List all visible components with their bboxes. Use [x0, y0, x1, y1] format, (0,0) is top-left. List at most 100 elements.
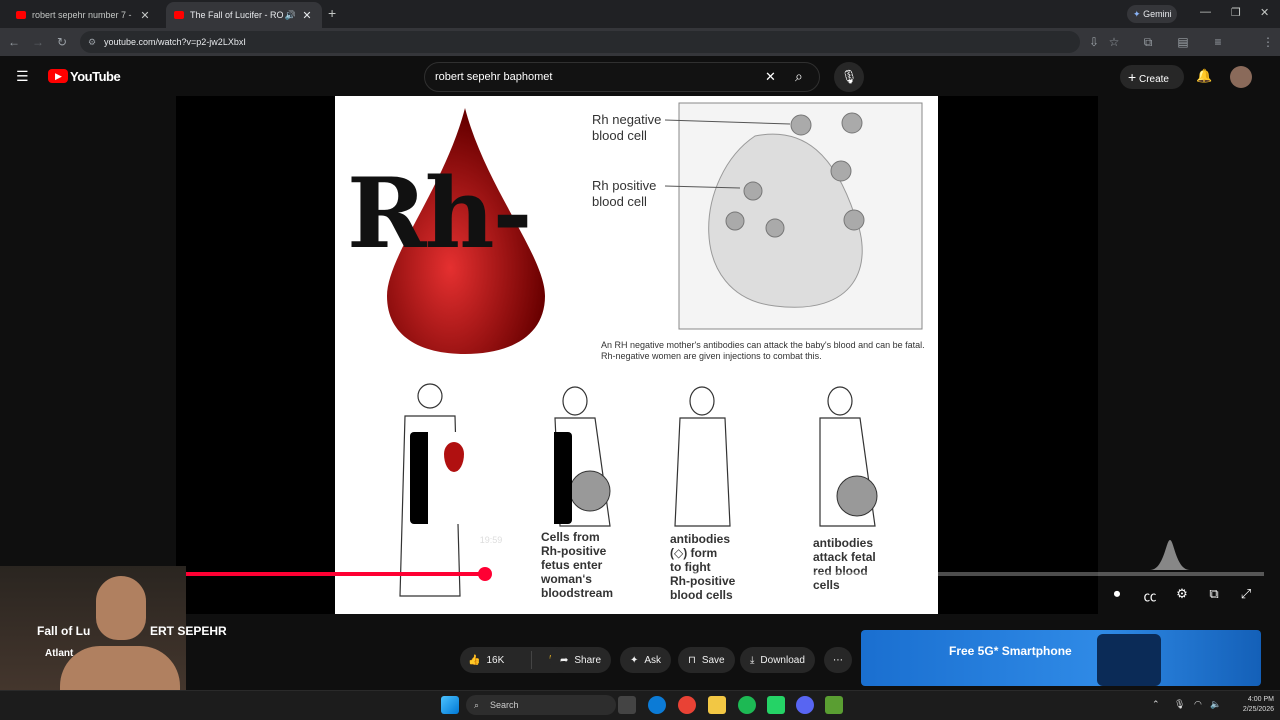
media-controls-icon[interactable]: ▤ [1175, 34, 1191, 50]
rh-negative-cell-icon [790, 114, 812, 136]
tab-fall-of-lucifer[interactable]: The Fall of Lucifer - ROBERT 🔊 ✕ [166, 2, 322, 28]
autoplay-toggle[interactable]: ⏺ [1106, 586, 1128, 604]
taskbar-search-label: Search [490, 700, 519, 710]
tab-robert-sepehr[interactable]: robert sepehr number 7 - YouT ✕ [8, 2, 160, 28]
browser-menu-icon[interactable]: ⋮ [1260, 34, 1276, 50]
channel-name[interactable]: Atlant [45, 648, 73, 659]
address-bar[interactable]: ⚙ youtube.com/watch?v=p2-jw2LXbxI [80, 31, 1080, 53]
bookmark-star-icon[interactable]: ☆ [1106, 34, 1122, 50]
windows-start-icon[interactable] [441, 696, 459, 714]
save-button[interactable]: ⊓ Save [678, 647, 735, 673]
discord-icon[interactable] [796, 696, 814, 714]
gemini-label: Gemini [1143, 9, 1172, 19]
reading-list-icon[interactable]: ≡ [1210, 34, 1226, 50]
step-caption: Cells from Rh-positive fetus enter woman… [541, 530, 614, 600]
more-actions-button[interactable]: ⋯ [824, 647, 852, 673]
whatsapp-icon[interactable] [767, 696, 785, 714]
rh-negative-label: Rh negative blood cell [592, 112, 662, 143]
like-button[interactable]: 👍 16K [460, 651, 532, 669]
chrome-icon[interactable] [678, 696, 696, 714]
miniplayer-icon[interactable]: ⧉ [1204, 586, 1224, 604]
tray-chevron-icon[interactable]: ⌃ [1152, 699, 1160, 710]
create-button[interactable]: + Create [1120, 65, 1184, 89]
wifi-icon[interactable]: ◠ [1194, 699, 1202, 710]
browser-toolbar: ← → ↻ ⚙ youtube.com/watch?v=p2-jw2LXbxI … [0, 28, 1280, 78]
rh-positive-cell-icon [765, 218, 785, 238]
youtube-favicon-icon [174, 11, 184, 19]
speaker-icon[interactable]: 🔈 [1210, 699, 1221, 710]
spotify-icon[interactable] [738, 696, 756, 714]
audio-playing-icon[interactable]: 🔊 [285, 10, 296, 21]
video-title-fragment: ERT SEPEHR [150, 624, 227, 638]
bookmark-icon: ⊓ [688, 654, 696, 666]
url-text: youtube.com/watch?v=p2-jw2LXbxI [104, 37, 246, 47]
create-label: Create [1138, 74, 1169, 85]
clock-time: 4:00 PM [1247, 696, 1274, 703]
microphone-icon[interactable]: 🎙 [1174, 699, 1185, 710]
task-view-icon[interactable] [618, 696, 636, 714]
ad-banner[interactable]: Free 5G* Smartphone [861, 630, 1261, 686]
frame-caption: An RH negative mother's antibodies can a… [601, 340, 925, 361]
youtube-logo-icon[interactable]: ▶ [48, 69, 68, 83]
voice-search-icon[interactable]: 🎙 [834, 62, 864, 92]
tab-title: robert sepehr number 7 - YouT [32, 10, 134, 20]
install-app-icon[interactable]: ⇩ [1086, 34, 1102, 50]
account-avatar[interactable] [1230, 66, 1252, 88]
rh-positive-label: Rh positive blood cell [592, 178, 657, 209]
captions-icon[interactable]: ㏄ [1140, 586, 1160, 604]
sparkle-icon: ✦ [630, 654, 639, 666]
ask-label: Ask [644, 654, 662, 666]
search-icon[interactable]: ⌕ [795, 68, 803, 85]
close-tab-icon[interactable]: ✕ [300, 9, 314, 22]
video-title-fragment: Fall of Lu [37, 624, 91, 638]
download-label: Download [760, 654, 805, 666]
download-icon: ⤓ [750, 654, 755, 666]
ask-button[interactable]: ✦ Ask [620, 647, 672, 673]
like-count: 16K [486, 654, 505, 666]
gemini-icon: ✦ [1133, 9, 1141, 19]
taskbar-search[interactable]: ⌕ Search [466, 695, 616, 715]
rh-negative-cell-icon [841, 112, 863, 134]
save-label: Save [701, 654, 725, 666]
forward-icon[interactable]: → [30, 34, 46, 50]
youtube-favicon-icon [16, 11, 26, 19]
share-button[interactable]: ➦ Share [550, 647, 612, 673]
minecraft-icon[interactable] [825, 696, 843, 714]
progress-bar[interactable] [8, 567, 1264, 581]
hamburger-menu-icon[interactable]: ☰ [16, 68, 29, 85]
search-input[interactable] [435, 63, 755, 91]
gemini-button[interactable]: ✦ Gemini [1127, 5, 1177, 23]
search-box[interactable]: ✕ ⌕ [424, 62, 820, 92]
more-horizontal-icon: ⋯ [833, 654, 843, 666]
back-icon[interactable]: ← [6, 34, 22, 50]
share-icon: ➦ [560, 654, 569, 666]
step-caption: antibodies attack fetal red blood cells [813, 536, 876, 592]
reload-icon[interactable]: ↻ [54, 34, 70, 50]
minimize-icon[interactable]: — [1200, 6, 1211, 18]
system-clock[interactable]: 4:00 PM 2/25/2026 [1230, 695, 1274, 715]
plus-icon: + [1128, 69, 1137, 85]
site-info-icon[interactable]: ⚙ [88, 31, 96, 53]
restore-icon[interactable]: ❐ [1231, 6, 1241, 19]
clear-search-icon[interactable]: ✕ [765, 69, 776, 85]
youtube-logo-text[interactable]: YouTube [70, 69, 121, 84]
seek-preview-thumbnail [410, 432, 572, 524]
rh-positive-cell-icon [725, 211, 745, 231]
thumbs-up-icon: 👍 [468, 654, 481, 666]
notifications-bell-icon[interactable]: 🔔 [1196, 68, 1212, 84]
clock-date: 2/25/2026 [1242, 706, 1274, 713]
extensions-icon[interactable]: ⧉ [1140, 34, 1156, 50]
new-tab-icon[interactable]: + [328, 6, 342, 20]
ad-phone-image [1097, 634, 1161, 686]
video-frame[interactable]: Rh- Rh negative blood cell Rh positive b… [335, 96, 938, 614]
settings-gear-icon[interactable]: ⚙ [1172, 586, 1192, 604]
tab-title: The Fall of Lucifer - ROBERT [190, 10, 283, 20]
close-tab-icon[interactable]: ✕ [138, 9, 152, 22]
windows-taskbar [0, 690, 1280, 720]
fullscreen-icon[interactable]: ⤢ [1236, 586, 1256, 604]
close-window-icon[interactable]: ✕ [1260, 6, 1269, 19]
file-explorer-icon[interactable] [708, 696, 726, 714]
ad-headline: Free 5G* Smartphone [949, 644, 1072, 658]
download-button[interactable]: ⤓ Download [740, 647, 815, 673]
edge-icon[interactable] [648, 696, 666, 714]
